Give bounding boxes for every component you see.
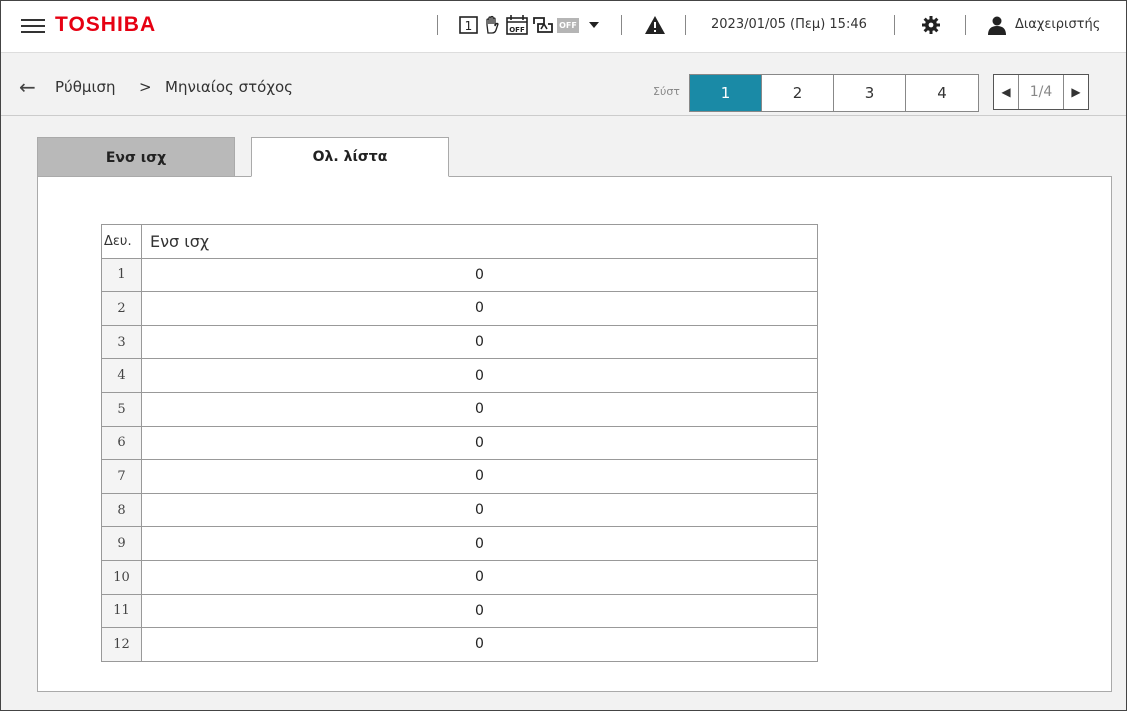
off-badge: OFF bbox=[557, 18, 579, 33]
divider bbox=[965, 15, 966, 35]
row-index: 9 bbox=[101, 526, 142, 561]
row-index: 3 bbox=[101, 324, 142, 360]
row-value[interactable]: 0 bbox=[141, 459, 818, 494]
table-row: 80 bbox=[101, 492, 818, 528]
table-row: 11 0 bbox=[101, 593, 818, 629]
row-value[interactable]: 0 bbox=[141, 425, 818, 461]
user-icon[interactable] bbox=[987, 15, 1007, 35]
tab-full-list[interactable]: Ολ. λίστα bbox=[251, 137, 449, 177]
timer-off-icon[interactable] bbox=[532, 15, 554, 35]
system-tab-3[interactable]: 3 bbox=[834, 75, 906, 111]
breadcrumb-current: Μηνιαίος στόχος bbox=[165, 78, 293, 96]
table-header-row: Δευ. Ενσ ισχ bbox=[101, 224, 818, 259]
row-value[interactable]: 0 bbox=[141, 358, 818, 393]
row-value[interactable]: 0 bbox=[141, 526, 818, 561]
column-header-month: Δευ. bbox=[101, 224, 142, 259]
table-row: 40 bbox=[101, 358, 818, 393]
table-row: 12 0 bbox=[101, 627, 818, 662]
svg-text:OFF: OFF bbox=[509, 26, 525, 34]
row-index: 8 bbox=[101, 492, 142, 528]
system-tab-1[interactable]: 1 bbox=[690, 75, 762, 111]
svg-text:1: 1 bbox=[465, 19, 473, 33]
row-index: 7 bbox=[101, 459, 142, 494]
row-index: 6 bbox=[101, 425, 142, 461]
row-value[interactable]: 0 bbox=[141, 291, 818, 326]
calendar-off-icon[interactable]: OFF bbox=[506, 15, 528, 35]
divider bbox=[621, 15, 622, 35]
system-tabs: 1 2 3 4 bbox=[689, 74, 979, 112]
row-index: 12 bbox=[101, 627, 142, 662]
gear-icon[interactable] bbox=[921, 15, 941, 35]
breadcrumb-item[interactable]: Ρύθμιση bbox=[55, 78, 116, 96]
hand-icon[interactable] bbox=[482, 15, 502, 35]
prev-page-icon[interactable]: ◀ bbox=[994, 75, 1019, 109]
divider bbox=[437, 15, 438, 35]
column-header-power: Ενσ ισχ bbox=[141, 224, 818, 259]
table-row: 10 bbox=[101, 257, 818, 293]
breadcrumb-bar: ← Ρύθμιση > Μηνιαίος στόχος Σύστ 1 2 3 4… bbox=[1, 53, 1126, 116]
logo: TOSHIBA bbox=[55, 13, 157, 36]
row-index: 11 bbox=[101, 593, 142, 629]
schedule-1-icon[interactable]: 1 bbox=[459, 15, 479, 35]
app-frame: TOSHIBA 1 OFF OFF 2023/01/05 (Πεμ) 15:46… bbox=[0, 0, 1127, 711]
back-arrow-icon[interactable]: ← bbox=[19, 77, 36, 97]
row-index: 10 bbox=[101, 559, 142, 595]
system-label: Σύστ bbox=[653, 85, 680, 98]
breadcrumb-separator: > bbox=[139, 78, 152, 96]
table-row: 70 bbox=[101, 459, 818, 494]
row-value[interactable]: 0 bbox=[141, 559, 818, 595]
page-indicator: 1/4 bbox=[1029, 84, 1053, 100]
row-index: 2 bbox=[101, 291, 142, 326]
table-row: 20 bbox=[101, 291, 818, 326]
row-value[interactable]: 0 bbox=[141, 627, 818, 662]
top-header: TOSHIBA 1 OFF OFF 2023/01/05 (Πεμ) 15:46… bbox=[1, 1, 1126, 53]
row-value[interactable]: 0 bbox=[141, 391, 818, 427]
monthly-target-table: Δευ. Ενσ ισχ 10 20 30 40 50 60 70 80 90 … bbox=[101, 224, 818, 662]
divider bbox=[685, 15, 686, 35]
table-row: 30 bbox=[101, 324, 818, 360]
row-value[interactable]: 0 bbox=[141, 492, 818, 528]
menu-icon[interactable] bbox=[21, 15, 45, 37]
tab-power[interactable]: Ενσ ισχ bbox=[37, 137, 235, 177]
system-tab-2[interactable]: 2 bbox=[762, 75, 834, 111]
row-index: 5 bbox=[101, 391, 142, 427]
table-row: 60 bbox=[101, 425, 818, 461]
row-index: 1 bbox=[101, 257, 142, 293]
row-index: 4 bbox=[101, 358, 142, 393]
system-tab-4[interactable]: 4 bbox=[906, 75, 978, 111]
divider bbox=[894, 15, 895, 35]
datetime-display: 2023/01/05 (Πεμ) 15:46 bbox=[711, 17, 867, 32]
user-name[interactable]: Διαχειριστής bbox=[1015, 17, 1100, 32]
table-row: 10 0 bbox=[101, 559, 818, 595]
dropdown-icon[interactable] bbox=[587, 15, 601, 35]
table-row: 50 bbox=[101, 391, 818, 427]
row-value[interactable]: 0 bbox=[141, 593, 818, 629]
row-value[interactable]: 0 bbox=[141, 324, 818, 360]
row-value[interactable]: 0 bbox=[141, 257, 818, 293]
warning-icon[interactable] bbox=[644, 15, 666, 35]
next-page-icon[interactable]: ▶ bbox=[1063, 75, 1088, 109]
pager: ◀ 1/4 ▶ bbox=[993, 74, 1089, 110]
table-row: 90 bbox=[101, 526, 818, 561]
